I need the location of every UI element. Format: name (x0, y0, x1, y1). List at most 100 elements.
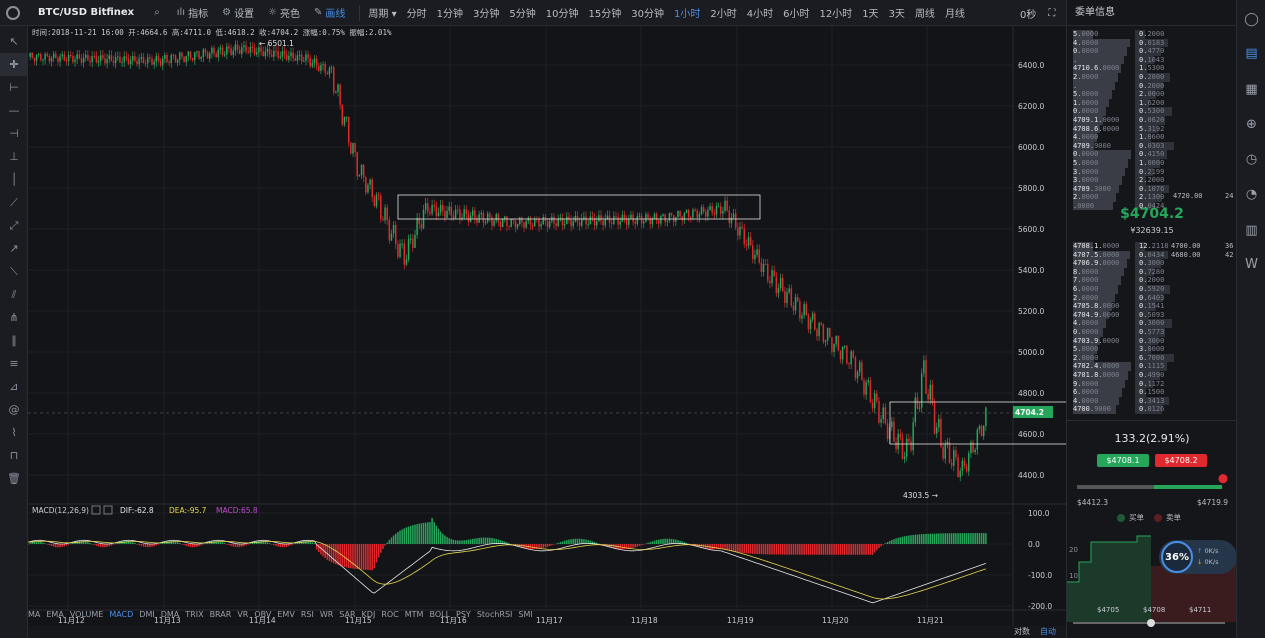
asks-row[interactable]: 4.0000 0.0183 (1073, 38, 1237, 48)
bids-row[interactable]: 8.0000 0.7280 (1073, 267, 1237, 277)
ray-line-icon[interactable]: ⤢ (0, 214, 28, 237)
horizontal-segment-icon[interactable]: ⊣ (0, 122, 28, 145)
indicator-tab-stochrsi[interactable]: StochRSI (477, 610, 513, 622)
indicator-tab-trix[interactable]: TRIX (185, 610, 203, 622)
bids-row[interactable]: 4702.4.0000 0.1115 (1073, 362, 1237, 371)
indicator-tab-roc[interactable]: ROC (381, 610, 398, 622)
log-scale-toggle[interactable]: 对数 (1014, 626, 1030, 637)
user-icon[interactable]: ◯ (1237, 2, 1265, 36)
period-10[interactable]: 6小时 (783, 5, 809, 20)
bids-row[interactable]: 6.0000 0.5920 (1073, 284, 1237, 294)
right-bid-row[interactable]: 4700.00 36 (1171, 242, 1233, 251)
bids-row[interactable]: 4704.9.0000 0.5093 (1073, 310, 1237, 320)
toolbar-search[interactable]: ⌕ (154, 7, 163, 18)
bids-row[interactable]: 5.0000 3.0000 (1073, 345, 1237, 354)
bids-row[interactable]: 4706.9.0000 0.3000 (1073, 259, 1237, 268)
horizontal-line-icon[interactable]: — (0, 99, 28, 122)
bids-row[interactable]: 4700.9000 0.0126 (1073, 405, 1237, 414)
asks-row[interactable]: 2.0000 0.2000 (1073, 72, 1237, 82)
sell-price-button[interactable]: $4708.2 (1155, 454, 1207, 467)
asks-row[interactable]: 4708.6.0000 5.3192 (1073, 124, 1237, 134)
indicator-tab-ema[interactable]: EMA (46, 610, 63, 622)
asks-row[interactable]: . 0.1043 (1073, 55, 1237, 65)
period-4[interactable]: 10分钟 (546, 5, 579, 20)
bids-row[interactable]: 2.0000 0.6403 (1073, 293, 1237, 303)
parallel-channel-icon[interactable]: ⫽ (0, 283, 28, 306)
bids-row[interactable]: 4.0000 0.3000 (1073, 319, 1237, 328)
bids-row[interactable]: 0.0000 0.5773 (1073, 327, 1237, 337)
magnet-icon[interactable]: ⊓ (0, 444, 28, 467)
fib-fan-icon[interactable]: ⊿ (0, 375, 28, 398)
order-list-icon[interactable]: ▦ (1237, 72, 1265, 106)
asks-row[interactable]: 3.0000 2.2000 (1073, 176, 1237, 185)
indicator-tab-sar[interactable]: SAR (339, 610, 355, 622)
trash-icon[interactable]: 🗑 (0, 467, 28, 490)
arrow-line-icon[interactable]: ↗ (0, 237, 28, 260)
indicator-tab-obv[interactable]: OBV (254, 610, 271, 622)
bids-row[interactable]: 7.0000 0.2000 (1073, 276, 1237, 285)
asks-row[interactable]: 5.0000 2.0000 (1073, 90, 1237, 99)
asks-row[interactable]: 5.0000 0.2000 (1073, 30, 1237, 39)
period-15[interactable]: 月线 (945, 5, 965, 20)
indicator-tab-mtm[interactable]: MTM (405, 610, 424, 622)
indicator-tab-rsi[interactable]: RSI (301, 610, 314, 622)
fib-icon[interactable]: ≡ (0, 352, 28, 375)
asks-row[interactable]: . 0.2000 (1073, 81, 1237, 91)
period-9[interactable]: 4小时 (747, 5, 773, 20)
ruler-icon[interactable]: ⌇ (0, 421, 28, 444)
symbol-title[interactable]: BTC/USD Bitfinex (38, 7, 134, 18)
extend-line-icon[interactable]: ⟍ (0, 260, 28, 283)
trend-line-icon[interactable]: ⟋ (0, 191, 28, 214)
horizontal-ray-icon[interactable]: ⊢ (0, 76, 28, 99)
bids-row[interactable]: 4705.8.0000 0.1541 (1073, 302, 1237, 311)
vertical-line-icon[interactable]: │ (0, 168, 28, 191)
asks-row[interactable]: 4.0000 1.0600 (1073, 133, 1237, 142)
add-order-icon[interactable]: ⊕ (1237, 107, 1265, 141)
indicator-tab-macd[interactable]: MACD (109, 610, 133, 622)
period-6[interactable]: 30分钟 (631, 5, 664, 20)
asks-row[interactable]: 0.0000 0.5300 (1073, 107, 1237, 116)
asks-row[interactable]: 4710.6.0000 1.5300 (1073, 64, 1237, 73)
indicator-tab-volume[interactable]: VOLUME (70, 610, 104, 622)
bar-icon[interactable]: ⊥ (0, 145, 28, 168)
bids-row[interactable]: 4701.8.0000 0.4990 (1073, 370, 1237, 380)
price-chart[interactable]: 时间:2018-11-21 16:00 开:4664.6 高:4711.0 低:… (28, 26, 1066, 626)
period-12[interactable]: 1天 (862, 5, 878, 20)
period-1[interactable]: 1分钟 (437, 5, 463, 20)
period-0[interactable]: 分时 (407, 5, 427, 20)
period-dropdown[interactable]: 周期 ▾ (368, 5, 396, 20)
asks-row[interactable]: 4709.9000 0.0303 (1073, 141, 1237, 151)
toolbar-sun[interactable]: ☼ 亮色 (268, 5, 300, 20)
period-3[interactable]: 5分钟 (509, 5, 535, 20)
period-7[interactable]: 1小时 (674, 5, 700, 20)
indicator-tab-wr[interactable]: WR (320, 610, 333, 622)
asks-row[interactable]: 0.0000 0.4770 (1073, 47, 1237, 56)
depth-slider-handle[interactable] (1147, 619, 1155, 627)
bids-row[interactable]: 6.0000 0.1500 (1073, 388, 1237, 397)
indicator-tab-smi[interactable]: SMI (518, 610, 532, 622)
asks-row[interactable]: 0.0000 0.4150 (1073, 150, 1237, 159)
fullscreen-icon[interactable]: ⛶ (1048, 8, 1055, 19)
indicator-tab-ma[interactable]: MA (28, 610, 40, 622)
channel-icon[interactable]: ∥ (0, 329, 28, 352)
asks-row[interactable]: 1.0000 1.6200 (1073, 98, 1237, 108)
chat-icon[interactable]: ◔ (1237, 177, 1265, 211)
indicator-tab-brar[interactable]: BRAR (210, 610, 232, 622)
asks-row[interactable]: 3.0000 0.2199 (1073, 167, 1237, 177)
indicator-tab-dmi[interactable]: DMI (139, 610, 154, 622)
indicator-tab-boll[interactable]: BOLL (429, 610, 450, 622)
chart-icon[interactable]: ▤ (1237, 36, 1265, 70)
period-5[interactable]: 15分钟 (588, 5, 621, 20)
right-bid-row[interactable]: 4680.00 42 (1171, 251, 1233, 260)
auto-scale-toggle[interactable]: 自动 (1040, 626, 1056, 637)
asks-row[interactable]: 5.0000 1.0000 (1073, 158, 1237, 168)
toolbar-indicator[interactable]: ılı 指标 (177, 5, 208, 20)
pitchfork-icon[interactable]: ⋔ (0, 306, 28, 329)
toolbar-gear[interactable]: ⚙ 设置 (222, 5, 254, 20)
period-8[interactable]: 2小时 (710, 5, 736, 20)
spiral-icon[interactable]: @ (0, 398, 28, 421)
clock-icon[interactable]: ◷ (1237, 142, 1265, 176)
period-2[interactable]: 3分钟 (473, 5, 499, 20)
bids-row[interactable]: 2.0000 6.7000 (1073, 353, 1237, 363)
cursor-arrow-icon[interactable]: ↖ (0, 30, 28, 53)
